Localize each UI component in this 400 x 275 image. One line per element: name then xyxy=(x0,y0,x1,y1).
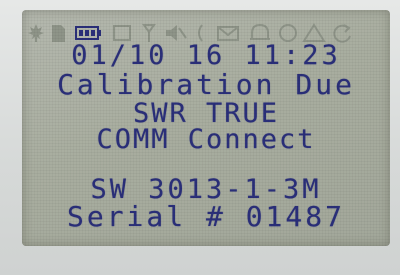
battery-icon xyxy=(75,26,101,40)
datetime-readout: 01/10 16 11:23 xyxy=(71,40,341,71)
envelope-icon xyxy=(217,26,239,41)
bracket-icon xyxy=(198,24,203,42)
serial-number: Serial # 01487 xyxy=(66,200,345,233)
bell-icon xyxy=(250,23,270,40)
warning-triangle-icon xyxy=(302,23,326,42)
speaker-muted-icon xyxy=(166,25,187,41)
square-icon xyxy=(113,25,131,41)
comm-status: COMM Connect xyxy=(96,124,316,155)
lcd-screen: 01/10 16 11:23 Calibration Due SWR TRUE … xyxy=(22,10,390,246)
calibration-message: Calibration Due xyxy=(57,68,355,101)
circle-icon xyxy=(279,24,297,42)
